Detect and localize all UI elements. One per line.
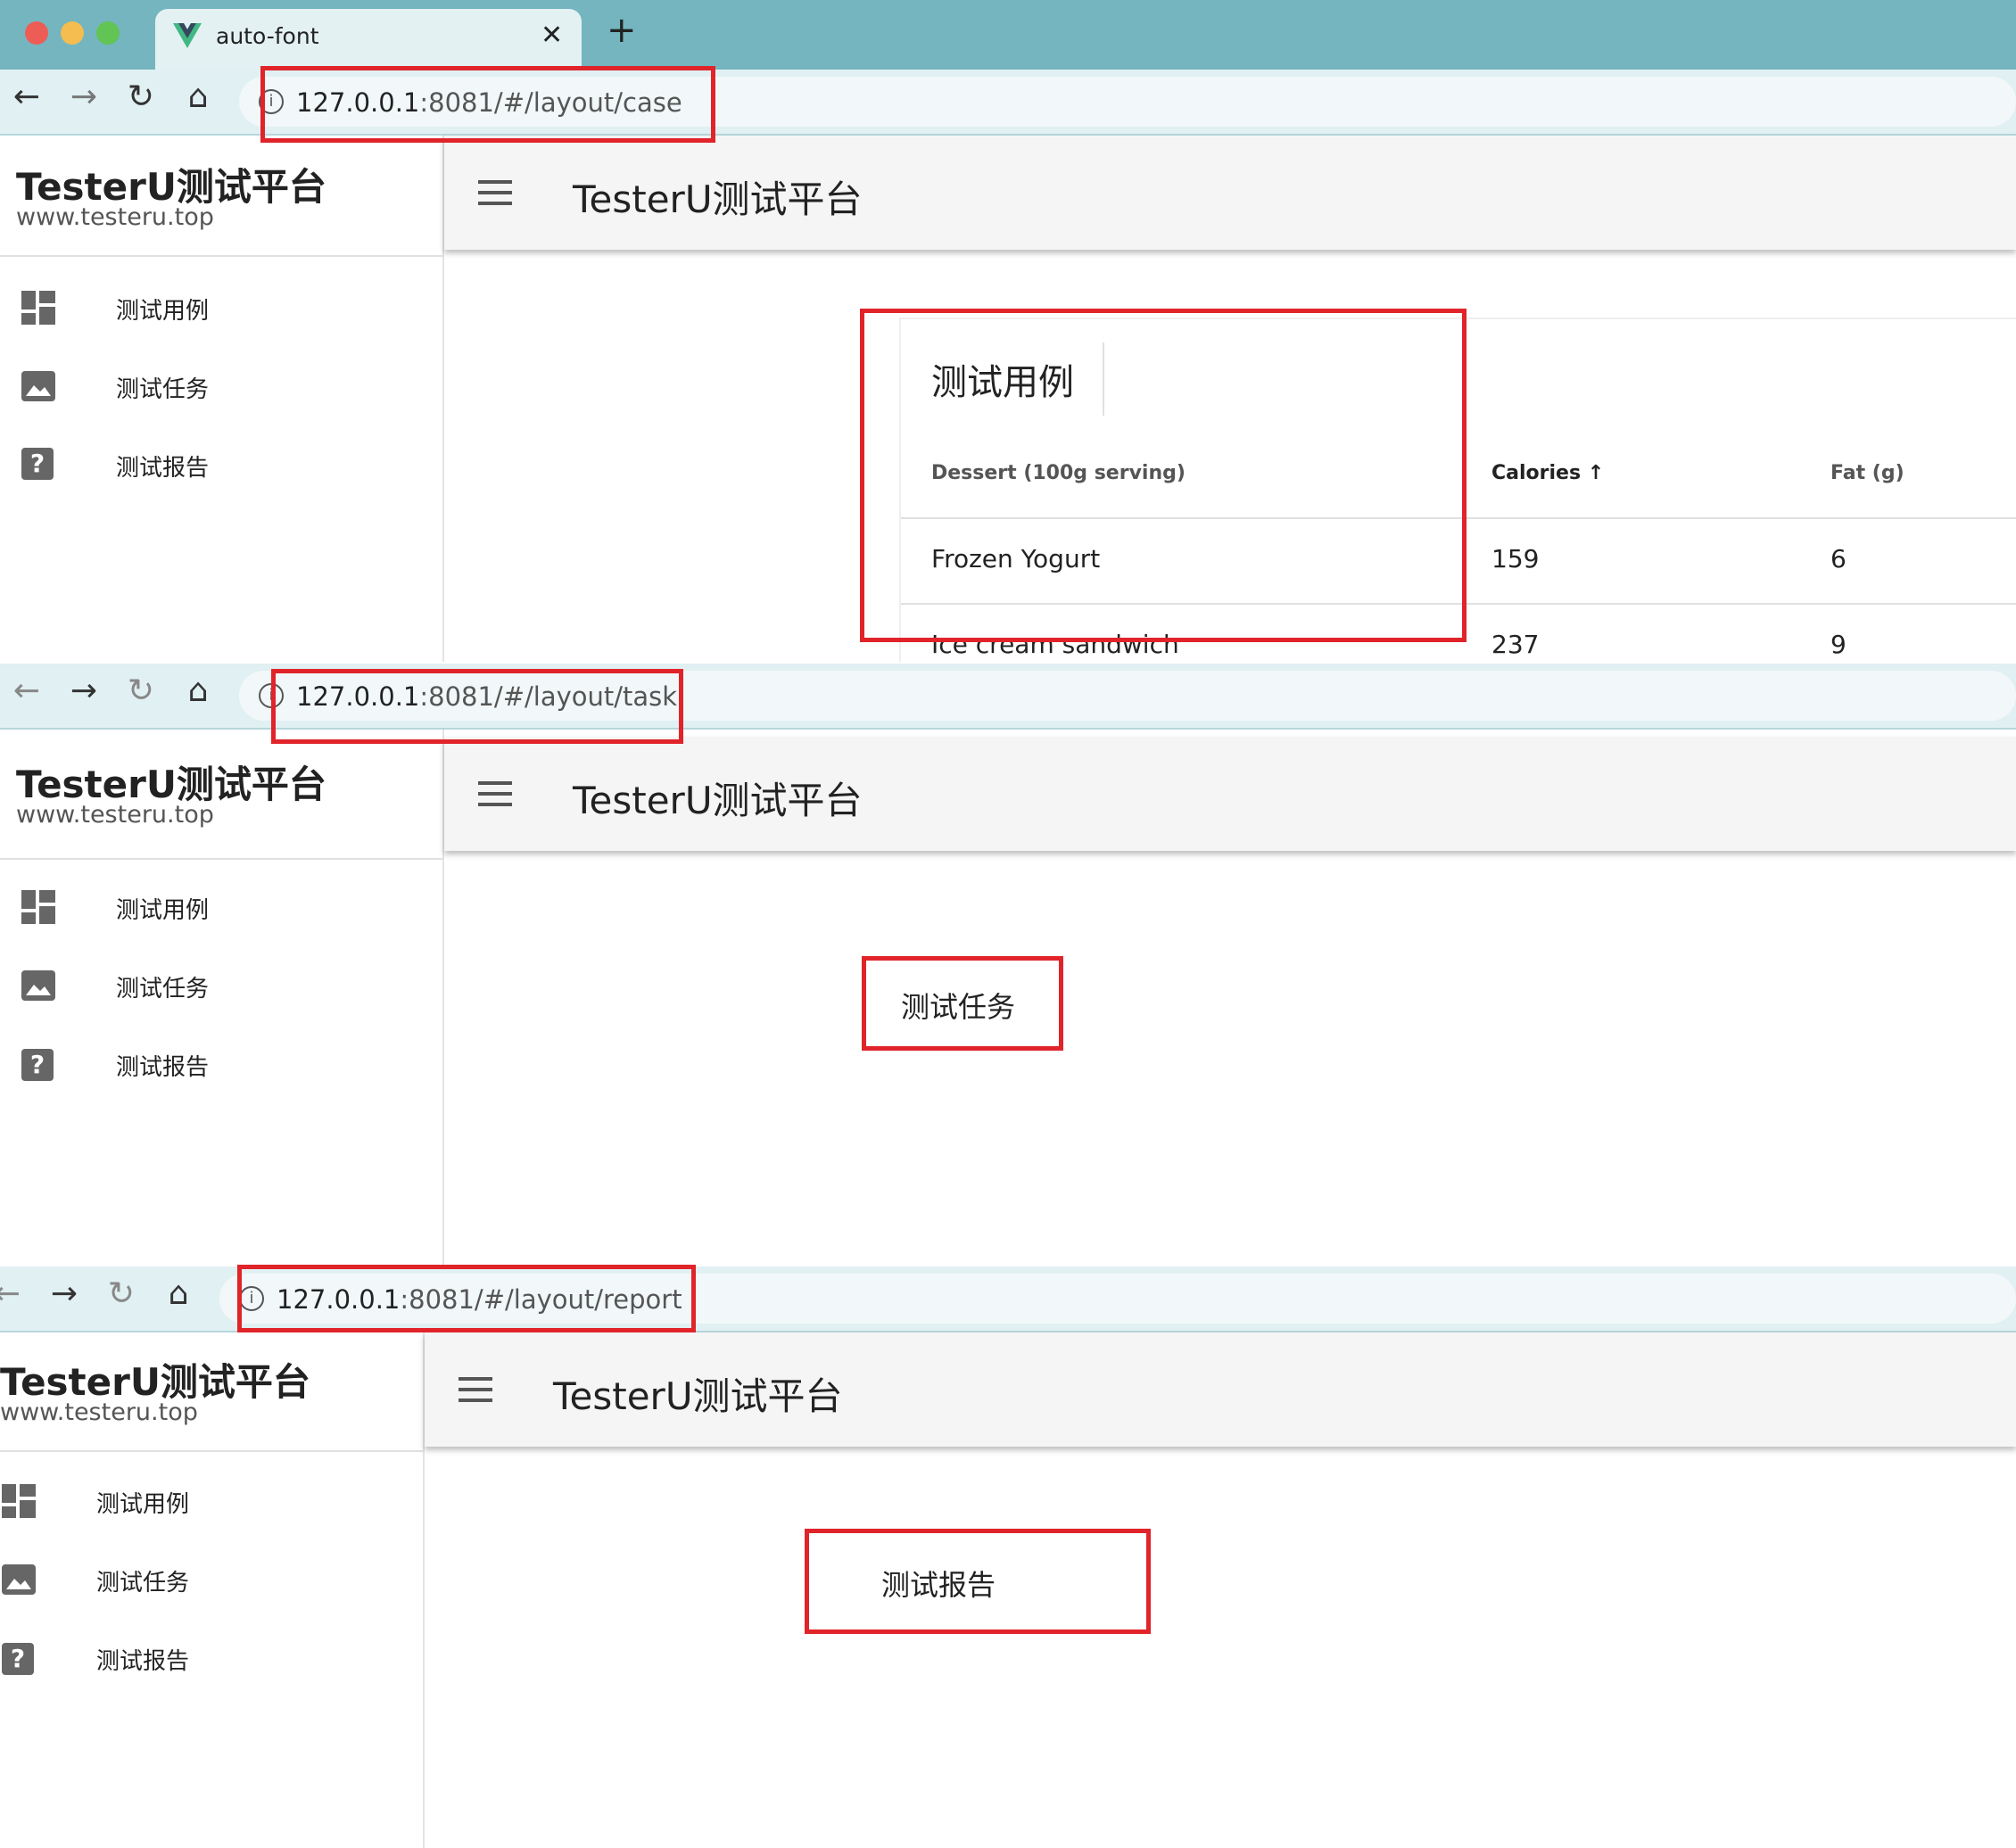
sidebar-item-label: 测试报告	[96, 1648, 190, 1675]
brand-subtitle: www.testeru.top	[16, 203, 214, 231]
sidebar-divider	[0, 858, 442, 860]
app-bar: TesterU测试平台	[444, 136, 2016, 250]
sidebar-divider	[0, 255, 442, 257]
sidebar-item-task[interactable]: 测试任务	[0, 348, 442, 423]
sidebar-item-label: 测试任务	[96, 1570, 190, 1596]
dashboard-icon	[2, 1484, 36, 1518]
app-bar-title: TesterU测试平台	[553, 1374, 843, 1418]
sidebar-item-task[interactable]: 测试任务	[0, 1539, 423, 1614]
sidebar-item-label: 测试用例	[116, 897, 210, 924]
sidebar-divider	[0, 1450, 423, 1452]
annotation-box	[862, 956, 1063, 1051]
menu-icon[interactable]	[478, 781, 512, 806]
annotation-box	[237, 1265, 696, 1332]
sidebar-item-label: 测试用例	[96, 1491, 190, 1518]
brand-subtitle: www.testeru.top	[16, 801, 214, 829]
back-icon[interactable]: ←	[0, 1275, 27, 1312]
vue-logo-icon	[173, 23, 202, 48]
annotation-box	[260, 66, 715, 143]
brand-subtitle: www.testeru.top	[0, 1398, 198, 1426]
close-window-button[interactable]	[25, 21, 48, 45]
sidebar-item-case[interactable]: 测试用例	[0, 867, 442, 942]
help-icon: ?	[2, 1643, 34, 1675]
tab-strip: auto-font ✕ +	[0, 0, 2016, 70]
image-icon	[2, 1564, 36, 1595]
sidebar-item-report[interactable]: ? 测试报告	[0, 1024, 442, 1099]
forward-icon[interactable]: →	[64, 78, 103, 115]
plus-icon[interactable]: +	[607, 12, 637, 48]
cell-calories: 159	[1491, 544, 1540, 573]
browser-tab[interactable]: auto-font ✕	[155, 9, 582, 70]
sidebar-item-label: 测试任务	[116, 376, 210, 403]
menu-icon[interactable]	[459, 1377, 492, 1402]
column-header-fat[interactable]: Fat (g)	[1830, 462, 1904, 484]
forward-icon[interactable]: →	[45, 1275, 84, 1312]
sidebar: TesterU测试平台 www.testeru.top 测试用例 测试任务 ? …	[0, 730, 444, 1266]
reload-icon[interactable]: ↻	[121, 672, 161, 709]
minimize-window-button[interactable]	[61, 21, 84, 45]
back-icon[interactable]: ←	[7, 78, 46, 115]
app-bar: TesterU测试平台	[444, 737, 2016, 851]
home-icon[interactable]: ⌂	[159, 1275, 198, 1312]
home-icon[interactable]: ⌂	[178, 78, 218, 115]
zoom-window-button[interactable]	[96, 21, 120, 45]
app-bar-title: TesterU测试平台	[573, 779, 863, 822]
sidebar-item-task[interactable]: 测试任务	[0, 945, 442, 1020]
cell-fat: 6	[1830, 544, 1847, 573]
reload-icon[interactable]: ↻	[102, 1275, 141, 1312]
menu-icon[interactable]	[478, 180, 512, 205]
sidebar-item-label: 测试报告	[116, 1054, 210, 1081]
tab-title: auto-font	[216, 23, 319, 49]
close-icon[interactable]: ✕	[541, 20, 563, 51]
sidebar-item-case[interactable]: 测试用例	[0, 1461, 423, 1536]
cell-fat: 9	[1830, 630, 1847, 659]
sidebar-item-label: 测试任务	[116, 976, 210, 1002]
app-bar: TesterU测试平台	[425, 1332, 2016, 1447]
sidebar: TesterU测试平台 www.testeru.top 测试用例 测试任务 ? …	[0, 1332, 425, 1848]
sidebar-item-label: 测试用例	[116, 298, 210, 325]
reload-icon[interactable]: ↻	[121, 78, 161, 115]
arrow-up-icon: ↑	[1587, 462, 1605, 484]
annotation-box	[805, 1529, 1151, 1634]
sidebar-item-report[interactable]: ? 测试报告	[0, 426, 442, 501]
cell-calories: 237	[1491, 630, 1540, 659]
help-icon: ?	[21, 1049, 54, 1081]
home-icon[interactable]: ⌂	[178, 672, 218, 709]
image-icon	[21, 371, 55, 401]
sidebar: TesterU测试平台 www.testeru.top 测试用例 测试任务 ? …	[0, 136, 444, 662]
back-icon[interactable]: ←	[7, 672, 46, 709]
annotation-box	[271, 669, 683, 744]
dashboard-icon	[21, 291, 55, 325]
sidebar-item-case[interactable]: 测试用例	[0, 269, 442, 344]
sidebar-item-label: 测试报告	[116, 455, 210, 482]
column-header-calories[interactable]: Calories ↑	[1491, 462, 1604, 484]
app-bar-title: TesterU测试平台	[573, 177, 863, 221]
annotation-box	[860, 309, 1467, 642]
help-icon: ?	[21, 448, 54, 480]
dashboard-icon	[21, 890, 55, 924]
forward-icon[interactable]: →	[64, 672, 103, 709]
image-icon	[21, 970, 55, 1001]
sidebar-item-report[interactable]: ? 测试报告	[0, 1618, 423, 1693]
